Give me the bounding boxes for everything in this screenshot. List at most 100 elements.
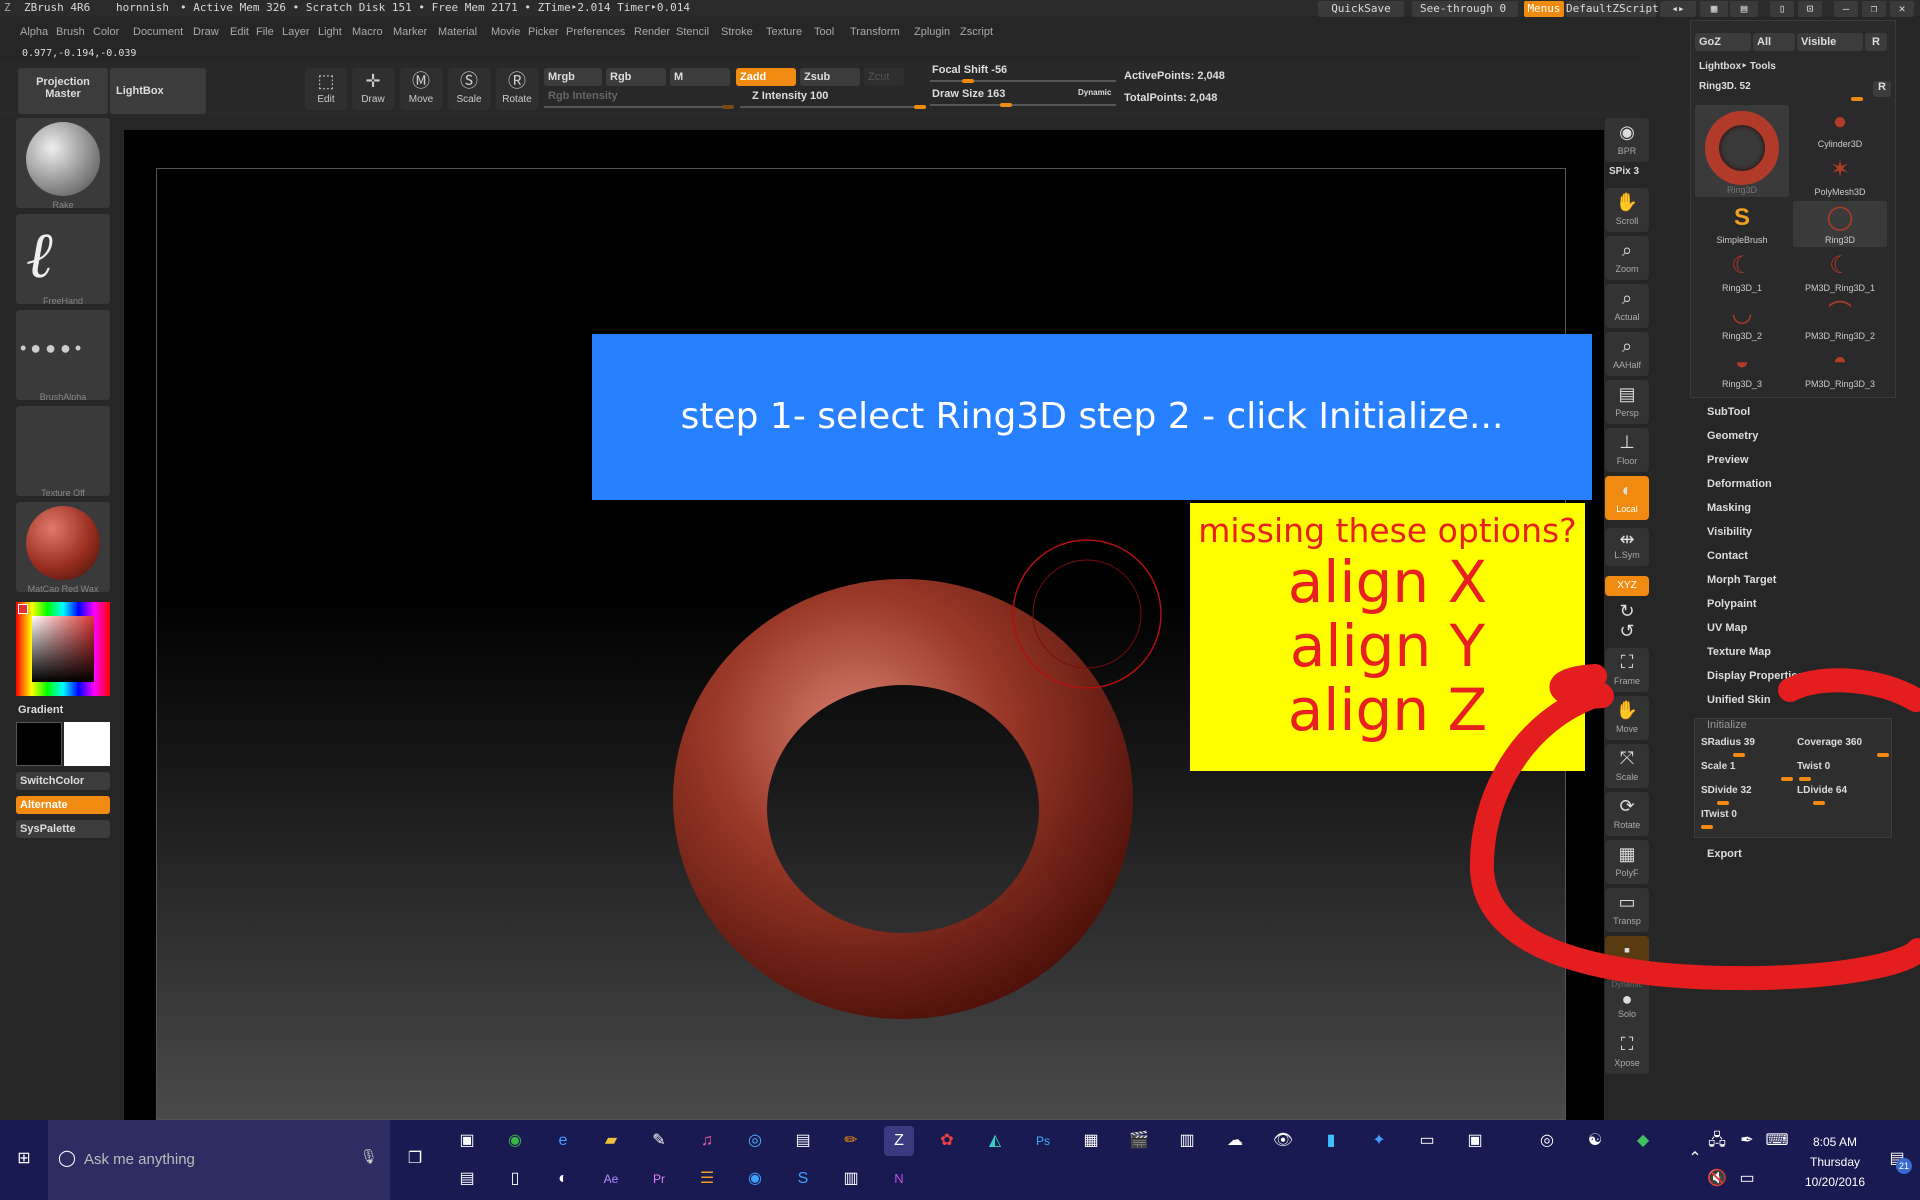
texture-thumbnail[interactable]: Texture Off: [16, 406, 110, 496]
app-icon-6[interactable]: ▦: [1076, 1126, 1106, 1156]
menu-edit[interactable]: Edit: [230, 26, 249, 38]
app-icon-9[interactable]: ▮: [1316, 1126, 1346, 1156]
color-saturation-square[interactable]: [32, 616, 94, 682]
layout-toggle-icon[interactable]: ◂▸: [1660, 1, 1696, 17]
tool-slider-knob[interactable]: [1851, 97, 1863, 101]
app-icon-5[interactable]: ◭: [980, 1126, 1010, 1156]
alpha-thumbnail[interactable]: •●●●• BrushAlpha: [16, 310, 110, 400]
move-mode-button[interactable]: Ⓜ Move: [400, 68, 442, 110]
keyboard-icon[interactable]: ⌨: [1762, 1126, 1792, 1156]
rgb-intensity-slider[interactable]: [544, 106, 734, 108]
edit-mode-button[interactable]: ⬚ Edit: [305, 68, 347, 110]
onenote-icon[interactable]: N: [884, 1164, 914, 1194]
file-explorer-icon[interactable]: ▰: [596, 1126, 626, 1156]
floor-button[interactable]: ⊥ Floor: [1605, 428, 1649, 472]
m-button[interactable]: M: [670, 68, 730, 86]
app-icon-paint[interactable]: ✎: [644, 1126, 674, 1156]
menu-stroke[interactable]: Stroke: [721, 26, 753, 38]
secondary-color-swatch[interactable]: [16, 722, 62, 766]
photoshop-icon[interactable]: Ps: [1028, 1126, 1058, 1156]
pen-icon[interactable]: ✒: [1732, 1126, 1762, 1156]
menu-zscript[interactable]: Zscript: [960, 26, 993, 38]
premiere-icon[interactable]: Pr: [644, 1164, 674, 1194]
app-icon-18[interactable]: ◐: [548, 1164, 578, 1194]
spix-label[interactable]: SPix 3: [1609, 166, 1639, 177]
app-icon-14[interactable]: ☯: [1580, 1126, 1610, 1156]
windows-start-icon[interactable]: ⊞: [8, 1144, 40, 1176]
syspalette-button[interactable]: SysPalette: [16, 820, 110, 838]
help-icon[interactable]: ▯: [1770, 1, 1794, 17]
zcut-button[interactable]: Zcut: [864, 68, 904, 86]
microphone-icon[interactable]: 🎙: [360, 1148, 378, 1165]
z-intensity-knob[interactable]: [914, 105, 926, 109]
tool-tile-ring3d-2[interactable]: ◡ Ring3D_2: [1695, 297, 1789, 343]
projection-master-button[interactable]: Projection Master: [18, 68, 108, 114]
aahalf-button[interactable]: ⌕ AAHalf: [1605, 332, 1649, 376]
app-icon-2[interactable]: ◎: [740, 1126, 770, 1156]
rgb-intensity-knob[interactable]: [722, 105, 734, 109]
zbrush-taskbar-icon[interactable]: Z: [884, 1126, 914, 1156]
visibility-menu[interactable]: Visibility: [1707, 526, 1752, 538]
menu-layer[interactable]: Layer: [282, 26, 310, 38]
tool-tile-pm3d-ring3d-3[interactable]: ◓ PM3D_Ring3D_3: [1793, 345, 1887, 391]
deformation-menu[interactable]: Deformation: [1707, 478, 1772, 490]
app-icon-11[interactable]: ▭: [1412, 1126, 1442, 1156]
menu-alpha[interactable]: Alpha: [20, 26, 48, 38]
menu-transform[interactable]: Transform: [850, 26, 900, 38]
battery-icon[interactable]: ▭: [1732, 1164, 1762, 1194]
menu-color[interactable]: Color: [93, 26, 119, 38]
color-picker[interactable]: [16, 602, 110, 696]
clock[interactable]: 8:05 AM Thursday 10/20/2016: [1790, 1132, 1880, 1192]
goz-r-button[interactable]: R: [1865, 33, 1887, 51]
tool-tile-ring3d-1[interactable]: ☾ Ring3D_1: [1695, 249, 1789, 295]
after-effects-icon[interactable]: Ae: [596, 1164, 626, 1194]
itunes-icon[interactable]: ♫: [692, 1126, 722, 1156]
local-button[interactable]: ◐ Local: [1605, 476, 1649, 520]
goz-button[interactable]: GoZ: [1695, 33, 1751, 51]
rotation-axis-icons[interactable]: ↻ ↺: [1605, 600, 1649, 644]
restore-icon[interactable]: ❐: [1862, 1, 1886, 17]
app-icon-15[interactable]: ◆: [1628, 1126, 1658, 1156]
tool-tile-ring3d[interactable]: ◯ Ring3D: [1793, 201, 1887, 247]
clapper-icon[interactable]: 🎬: [1124, 1126, 1154, 1156]
menu-marker[interactable]: Marker: [393, 26, 427, 38]
switch-color-button[interactable]: SwitchColor: [16, 772, 110, 790]
actual-button[interactable]: ⌕ Actual: [1605, 284, 1649, 328]
lightbox-tools-breadcrumb[interactable]: Lightbox‣ Tools: [1699, 61, 1776, 72]
network-icon[interactable]: 🖧: [1702, 1126, 1732, 1156]
tool-r-button[interactable]: R: [1873, 81, 1891, 97]
app-icon-16[interactable]: ▤: [452, 1164, 482, 1194]
draw-mode-button[interactable]: ✛ Draw: [352, 68, 394, 110]
docking-icon[interactable]: ▤: [1730, 1, 1758, 17]
menu-draw[interactable]: Draw: [193, 26, 219, 38]
menu-picker[interactable]: Picker: [528, 26, 559, 38]
menu-stencil[interactable]: Stencil: [676, 26, 709, 38]
menu-preferences[interactable]: Preferences: [566, 26, 625, 38]
tool-tile-simplebrush[interactable]: S SimpleBrush: [1695, 201, 1789, 247]
rotate-mode-button[interactable]: Ⓡ Rotate: [496, 68, 538, 110]
chrome-icon[interactable]: ◉: [500, 1126, 530, 1156]
app-icon-21[interactable]: ▥: [836, 1164, 866, 1194]
lock-icon[interactable]: ⊡: [1798, 1, 1822, 17]
default-zscript-button[interactable]: DefaultZScript: [1566, 1, 1659, 17]
menu-brush[interactable]: Brush: [56, 26, 85, 38]
tool-tile-cylinder3d[interactable]: ● Cylinder3D: [1793, 105, 1887, 151]
visible-button[interactable]: Visible: [1797, 33, 1863, 51]
scroll-button[interactable]: ✋ Scroll: [1605, 188, 1649, 232]
draw-size-knob[interactable]: [1000, 103, 1012, 107]
menu-material[interactable]: Material: [438, 26, 477, 38]
xyz-button[interactable]: XYZ: [1605, 576, 1649, 596]
lsym-button[interactable]: ⇹ L.Sym: [1605, 528, 1649, 566]
menu-file[interactable]: File: [256, 26, 274, 38]
lightbox-button[interactable]: LightBox: [110, 68, 206, 114]
app-icon-19[interactable]: ☰: [692, 1164, 722, 1194]
task-view-icon[interactable]: ❐: [400, 1144, 430, 1174]
brush-thumbnail[interactable]: Rake: [16, 118, 110, 208]
see-through-slider[interactable]: See-through 0: [1412, 1, 1518, 17]
edge-icon[interactable]: e: [548, 1126, 578, 1156]
alternate-button[interactable]: Alternate: [16, 796, 110, 814]
palette-icon[interactable]: ▦: [1700, 1, 1728, 17]
menu-light[interactable]: Light: [318, 26, 342, 38]
xpose-button[interactable]: ⛶ Xpose: [1605, 1030, 1649, 1074]
menu-texture[interactable]: Texture: [766, 26, 802, 38]
